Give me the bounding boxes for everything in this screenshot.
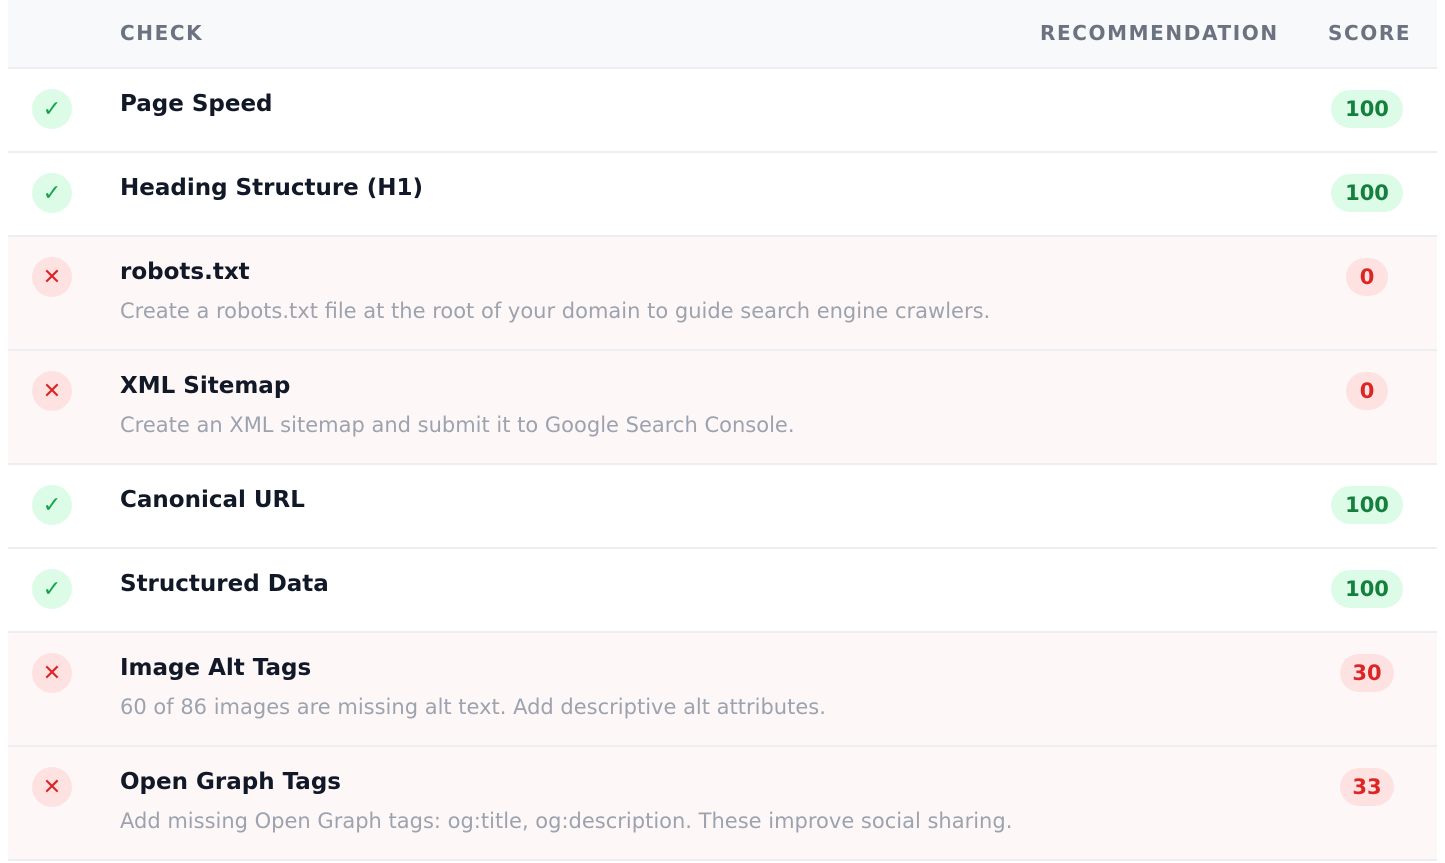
table-row: ✕ Open Graph Tags Add missing Open Graph… — [8, 747, 1437, 861]
table-header: CHECK RECOMMENDATION SCORE — [8, 0, 1437, 69]
score-badge: 100 — [1331, 486, 1403, 524]
table-row: ✓ Canonical URL 100 — [8, 465, 1437, 549]
check-name: Open Graph Tags — [120, 769, 341, 795]
table-row: ✕ XML Sitemap Create an XML sitemap and … — [8, 351, 1437, 465]
check-recommendation: 60 of 86 images are missing alt text. Ad… — [120, 695, 826, 719]
table-row: ✕ Image Alt Tags 60 of 86 images are mis… — [8, 633, 1437, 747]
check-fail-icon: ✕ — [32, 767, 72, 807]
check-fail-icon: ✕ — [32, 371, 72, 411]
column-header-check: CHECK — [120, 21, 204, 45]
column-header-recommendation: RECOMMENDATION — [1040, 21, 1279, 45]
check-name: robots.txt — [120, 259, 250, 285]
score-badge: 100 — [1331, 174, 1403, 212]
check-name: XML Sitemap — [120, 373, 291, 399]
score-badge: 100 — [1331, 90, 1403, 128]
check-name: Heading Structure (H1) — [120, 175, 424, 201]
score-badge: 0 — [1346, 372, 1388, 410]
table-row: ✕ robots.txt Create a robots.txt file at… — [8, 237, 1437, 351]
check-name: Image Alt Tags — [120, 655, 312, 681]
column-header-score: SCORE — [1328, 21, 1412, 45]
check-pass-icon: ✓ — [32, 89, 72, 129]
check-name: Structured Data — [120, 571, 329, 597]
table-row: ✓ Page Speed 100 — [8, 69, 1437, 153]
score-badge: 100 — [1331, 570, 1403, 608]
table-row: ✓ Heading Structure (H1) 100 — [8, 153, 1437, 237]
check-pass-icon: ✓ — [32, 173, 72, 213]
score-badge: 30 — [1340, 654, 1394, 692]
check-name: Page Speed — [120, 91, 273, 117]
check-pass-icon: ✓ — [32, 485, 72, 525]
check-recommendation: Add missing Open Graph tags: og:title, o… — [120, 809, 1013, 833]
check-pass-icon: ✓ — [32, 569, 72, 609]
check-name: Canonical URL — [120, 487, 305, 513]
seo-checks-table: CHECK RECOMMENDATION SCORE ✓ Page Speed … — [8, 0, 1437, 861]
check-fail-icon: ✕ — [32, 257, 72, 297]
score-badge: 0 — [1346, 258, 1388, 296]
table-row: ✓ Structured Data 100 — [8, 549, 1437, 633]
score-badge: 33 — [1340, 768, 1394, 806]
check-recommendation: Create an XML sitemap and submit it to G… — [120, 413, 795, 437]
check-fail-icon: ✕ — [32, 653, 72, 693]
check-recommendation: Create a robots.txt file at the root of … — [120, 299, 991, 323]
